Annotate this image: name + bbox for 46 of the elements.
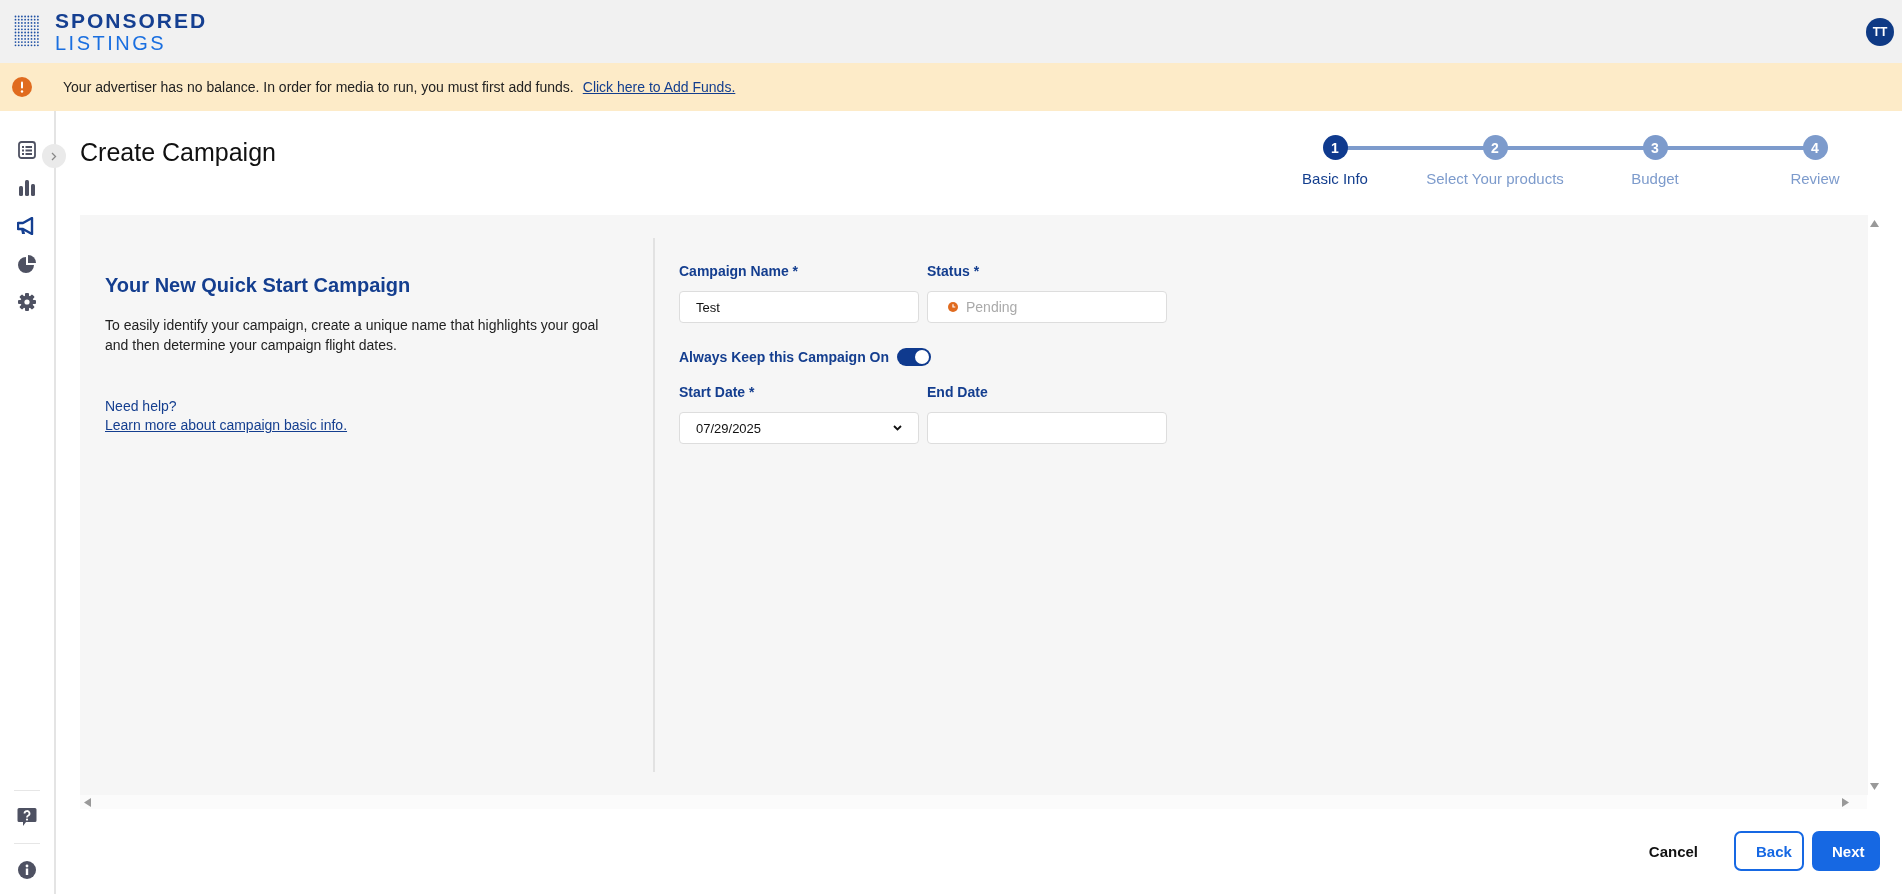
step-label: Basic Info: [1302, 170, 1368, 187]
field-label: Start Date *: [679, 384, 756, 400]
list-icon: [18, 141, 36, 159]
campaign-name-field[interactable]: Test: [679, 291, 919, 323]
scroll-left-icon[interactable]: [84, 797, 91, 807]
section-description: To easily identify your campaign, create a unique name that highlights your goal and then determine your campaign flight dates.: [105, 316, 600, 355]
step-label: Select Your products: [1426, 170, 1564, 187]
step-label: Review: [1790, 170, 1840, 187]
step-number: 3: [1642, 135, 1668, 160]
step-label: Budget: [1631, 170, 1679, 187]
field-label: Campaign Name *: [679, 263, 800, 279]
clock-icon: [948, 302, 958, 312]
page-title: Create Campaign: [80, 138, 276, 168]
warning-message: Your advertiser has no balance. In order for media to run, you must first add funds.: [63, 79, 574, 95]
status-field: Pending: [927, 291, 1167, 323]
cancel-button[interactable]: Cancel: [1628, 831, 1718, 871]
bar-chart-icon: [18, 179, 36, 197]
scroll-right-icon[interactable]: [1842, 797, 1849, 807]
toggle-switch[interactable]: [897, 348, 932, 366]
end-date-field[interactable]: [927, 412, 1167, 444]
next-button[interactable]: Next: [1812, 831, 1880, 871]
step-number: 1: [1322, 135, 1348, 160]
field-label: Status *: [927, 263, 981, 279]
warning-icon: [12, 77, 32, 97]
help-text: Need help?: [105, 398, 178, 414]
back-button[interactable]: Back: [1734, 831, 1804, 871]
info-icon: [18, 861, 36, 879]
settings-icon: [18, 293, 36, 311]
learn-more-link[interactable]: Learn more about campaign basic info.: [105, 417, 348, 433]
pie-chart-icon: [18, 255, 36, 273]
dotted-grid-logo-icon: [14, 15, 41, 48]
logo-text: LISTINGS: [55, 31, 168, 54]
start-date-field[interactable]: 07/29/2025: [679, 412, 919, 444]
scroll-up-icon[interactable]: [1869, 220, 1879, 227]
field-label: End Date: [927, 384, 989, 400]
user-avatar[interactable]: TT: [1866, 17, 1894, 46]
toggle-label: Always Keep this Campaign On: [679, 349, 890, 365]
section-heading: Your New Quick Start Campaign: [105, 274, 412, 297]
step-number: 2: [1482, 135, 1508, 160]
logo-text: SPONSORED: [55, 9, 208, 32]
scroll-down-icon[interactable]: [1869, 783, 1879, 790]
step-number: 4: [1802, 135, 1828, 160]
chevron-down-icon: [893, 425, 902, 431]
help-icon: [17, 807, 37, 827]
add-funds-link[interactable]: Click here to Add Funds.: [582, 79, 736, 95]
chevron-right-icon: [51, 151, 57, 161]
